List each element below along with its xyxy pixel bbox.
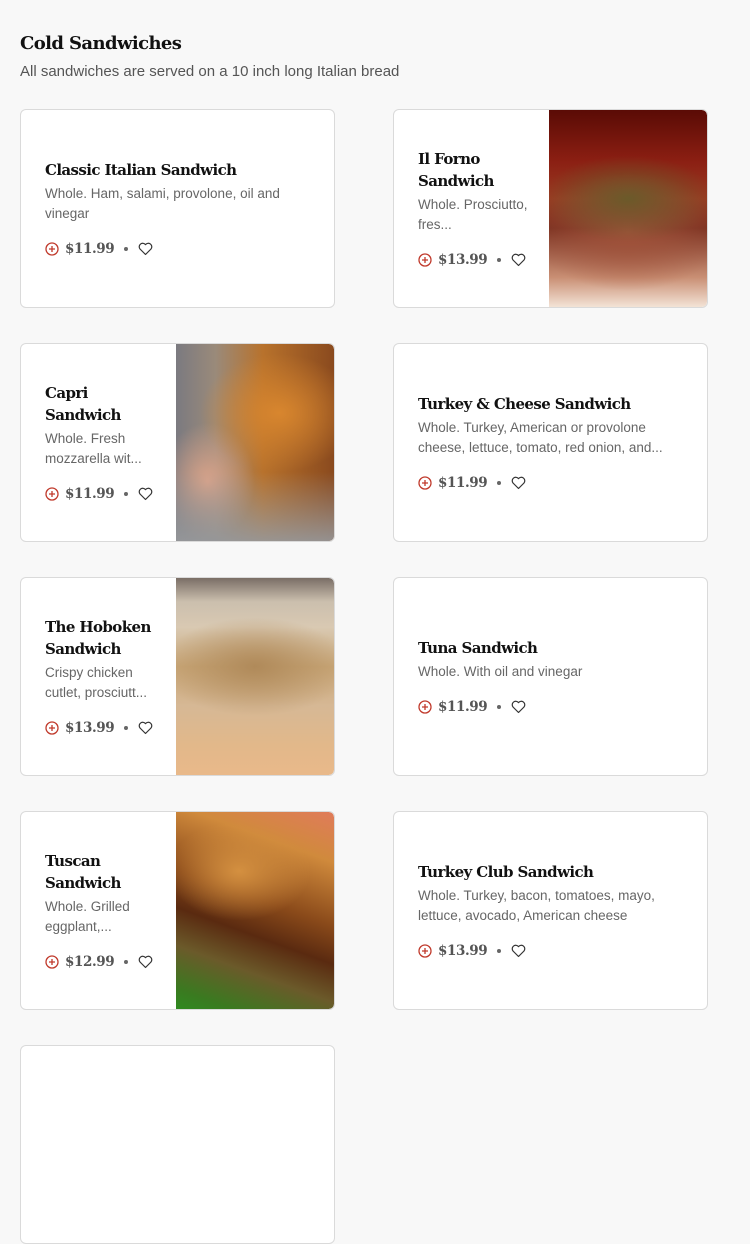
heart-icon[interactable] [138,721,153,735]
menu-item-meta: $11.99 [418,474,683,492]
separator-dot [124,492,129,496]
menu-item-description: Crispy chicken cutlet, prosciutt... [45,665,148,700]
separator-dot [124,726,129,730]
menu-item-price: $12.99 [65,954,115,970]
heart-icon[interactable] [511,944,526,958]
menu-item-name: Capri Sandwich [45,384,121,424]
separator-dot [497,258,502,262]
menu-item-image [549,110,707,307]
menu-item-card[interactable]: Capri Sandwich Whole. Fresh mozzarella w… [20,343,335,542]
menu-item-price: $11.99 [438,475,488,491]
menu-item-description: Whole. Grilled eggplant,... [45,899,130,934]
heart-icon[interactable] [511,476,526,490]
menu-item-meta: $12.99 [45,953,162,971]
menu-item-name: Il Forno Sandwich [418,150,494,190]
separator-dot [497,705,502,709]
plus-circle-icon[interactable] [418,476,432,490]
plus-circle-icon[interactable] [418,944,432,958]
section-title: Cold Sandwiches [20,33,182,54]
menu-item-meta: $13.99 [418,251,535,269]
heart-icon[interactable] [138,242,153,256]
menu-item-description: Whole. Prosciutto, fres... [418,197,528,232]
menu-item-description: Whole. Turkey, American or provolone che… [418,420,663,455]
menu-item-card[interactable]: The Hoboken Sandwich Crispy chicken cutl… [20,577,335,776]
menu-item-description: Whole. Fresh mozzarella wit... [45,431,142,466]
menu-item-price: $13.99 [438,252,488,268]
menu-item-description: Whole. With oil and vinegar [418,664,583,679]
menu-item-card[interactable]: Classic Italian Sandwich Whole. Ham, sal… [20,109,335,308]
menu-item-info: The Hoboken Sandwich Crispy chicken cutl… [45,578,162,775]
menu-item-price: $11.99 [438,699,488,715]
menu-item-meta: $11.99 [45,485,162,503]
menu-item-name: Turkey & Cheese Sandwich [418,395,631,413]
menu-item-info: Capri Sandwich Whole. Fresh mozzarella w… [45,344,162,541]
menu-item-name: Classic Italian Sandwich [45,161,237,179]
menu-item-info: Il Forno Sandwich Whole. Prosciutto, fre… [418,110,535,307]
plus-circle-icon[interactable] [45,242,59,256]
menu-item-description: Whole. Ham, salami, provolone, oil and v… [45,186,280,221]
menu-item-card[interactable]: Turkey Club Sandwich Whole. Turkey, baco… [393,811,708,1010]
menu-item-card-partial[interactable] [20,1045,335,1244]
menu-item-info: Turkey Club Sandwich Whole. Turkey, baco… [418,812,683,1009]
plus-circle-icon[interactable] [45,721,59,735]
menu-item-card[interactable]: Tuna Sandwich Whole. With oil and vinega… [393,577,708,776]
menu-item-card[interactable]: Il Forno Sandwich Whole. Prosciutto, fre… [393,109,708,308]
menu-item-price: $13.99 [65,720,115,736]
menu-item-info: Tuna Sandwich Whole. With oil and vinega… [418,578,683,775]
menu-item-meta: $13.99 [45,719,162,737]
plus-circle-icon[interactable] [418,700,432,714]
menu-item-name: Tuscan Sandwich [45,852,121,892]
heart-icon[interactable] [138,487,153,501]
heart-icon[interactable] [138,955,153,969]
menu-item-info: Turkey & Cheese Sandwich Whole. Turkey, … [418,344,683,541]
menu-item-info: Tuscan Sandwich Whole. Grilled eggplant,… [45,812,162,1009]
plus-circle-icon[interactable] [45,955,59,969]
menu-item-image [176,812,334,1009]
heart-icon[interactable] [511,253,526,267]
separator-dot [124,960,129,964]
menu-item-image [176,578,334,775]
separator-dot [497,949,502,953]
section-subtitle: All sandwiches are served on a 10 inch l… [20,63,400,80]
menu-item-price: $11.99 [65,241,115,257]
menu-item-price: $11.99 [65,486,115,502]
heart-icon[interactable] [511,700,526,714]
menu-item-description: Whole. Turkey, bacon, tomatoes, mayo, le… [418,888,655,923]
menu-item-image [176,344,334,541]
menu-item-meta: $13.99 [418,942,683,960]
menu-item-price: $13.99 [438,943,488,959]
menu-item-meta: $11.99 [418,698,683,716]
separator-dot [124,247,129,251]
menu-item-card[interactable]: Turkey & Cheese Sandwich Whole. Turkey, … [393,343,708,542]
menu-item-name: The Hoboken Sandwich [45,618,151,658]
menu-item-card[interactable]: Tuscan Sandwich Whole. Grilled eggplant,… [20,811,335,1010]
separator-dot [497,481,502,485]
plus-circle-icon[interactable] [418,253,432,267]
menu-item-meta: $11.99 [45,240,310,258]
menu-item-name: Turkey Club Sandwich [418,863,594,881]
menu-item-info: Classic Italian Sandwich Whole. Ham, sal… [45,110,310,307]
menu-item-name: Tuna Sandwich [418,639,538,657]
plus-circle-icon[interactable] [45,487,59,501]
